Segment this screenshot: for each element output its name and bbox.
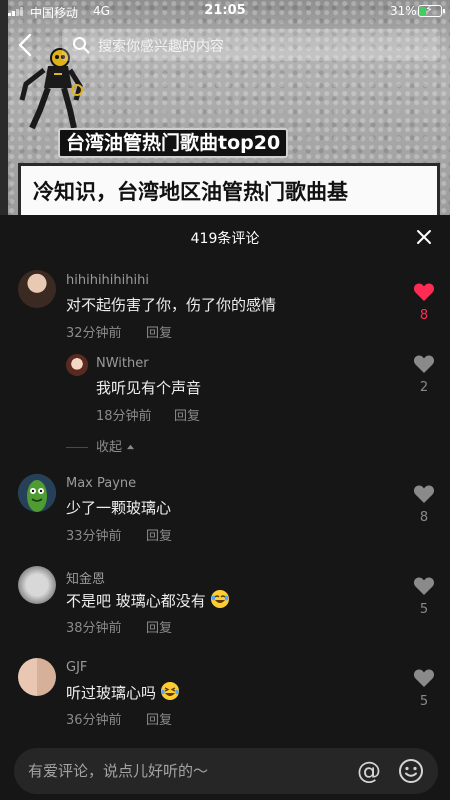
like-button[interactable]: 8 — [411, 484, 437, 525]
comment-username[interactable]: hihihihihihihi — [66, 273, 149, 288]
emoji-icon — [399, 759, 423, 783]
at-icon: @ — [357, 757, 381, 785]
like-button[interactable]: 5 — [411, 576, 437, 617]
collapse-replies-button[interactable]: 收起 — [66, 436, 135, 455]
video-preview[interactable]: 中国移动 4G 21:05 31% ⚡ 搜索你感兴趣的内容 台湾油管热门歌曲to… — [0, 0, 450, 215]
pickle-avatar-image — [18, 474, 56, 512]
comment-text: 我听见有个声音 — [96, 379, 202, 397]
comment-username[interactable]: Max Payne — [66, 476, 136, 491]
like-count: 8 — [419, 510, 429, 525]
emoji-button[interactable] — [398, 758, 424, 784]
caret-up-icon — [127, 444, 135, 450]
comment-text-content: 不是吧 玻璃心都没有 — [66, 592, 206, 610]
comment-username[interactable]: 知金恩 — [66, 568, 105, 587]
battery-percent: 31% — [390, 4, 417, 18]
reply-item[interactable]: NWither 我听见有个声音 18分钟前 回复 2 — [0, 352, 450, 424]
reply-button[interactable]: 回复 — [146, 525, 172, 544]
avatar[interactable] — [18, 270, 56, 308]
heart-icon — [413, 355, 435, 373]
comment-item[interactable]: 知金恩 不是吧 玻璃心都没有 38分钟前 回复 5 — [0, 564, 450, 636]
laughing-tears-emoji-icon — [161, 682, 180, 700]
like-count: 5 — [419, 602, 429, 617]
video-banner-title: 台湾油管热门歌曲top20 — [58, 128, 289, 158]
reply-button[interactable]: 回复 — [146, 709, 172, 728]
comment-username[interactable]: GJF — [66, 660, 87, 675]
reply-button[interactable]: 回复 — [146, 322, 172, 341]
video-edge — [0, 0, 8, 215]
reply-button[interactable]: 回复 — [146, 617, 172, 636]
comment-text: 对不起伤害了你，伤了你的感情 — [66, 296, 277, 314]
comment-username[interactable]: NWither — [96, 356, 149, 371]
like-button[interactable]: 2 — [411, 354, 437, 395]
comment-time: 18分钟前 — [96, 409, 152, 424]
comment-input-bar: @ — [14, 748, 438, 794]
collapse-label: 收起 — [96, 440, 123, 455]
back-arrow-icon — [18, 33, 32, 57]
heart-icon — [413, 485, 435, 503]
comment-item[interactable]: Max Payne 少了一颗玻璃心 33分钟前 回复 8 — [0, 472, 450, 544]
battery-cap — [443, 9, 445, 13]
comment-text: 不是吧 玻璃心都没有 — [66, 589, 230, 611]
back-button[interactable] — [14, 32, 38, 58]
charging-icon: ⚡ — [425, 3, 433, 16]
avatar[interactable] — [18, 474, 56, 512]
close-icon — [417, 230, 431, 244]
search-bar[interactable]: 搜索你感兴趣的内容 — [62, 29, 440, 61]
comment-text: 少了一颗玻璃心 — [66, 499, 172, 517]
video-banner-subtitle: 冷知识，台湾地区油管热门歌曲基 — [18, 163, 440, 215]
divider — [66, 447, 88, 448]
comment-time: 32分钟前 — [66, 326, 122, 341]
search-icon — [73, 37, 90, 54]
heart-icon — [413, 283, 435, 301]
status-bar: 中国移动 4G 21:05 31% ⚡ — [0, 0, 450, 22]
like-count: 5 — [419, 694, 429, 709]
like-button[interactable]: 5 — [411, 668, 437, 709]
comment-time: 38分钟前 — [66, 621, 122, 636]
mention-button[interactable]: @ — [355, 758, 383, 786]
like-button[interactable]: 8 — [411, 282, 437, 323]
clock: 21:05 — [204, 3, 246, 18]
close-button[interactable] — [414, 227, 434, 247]
comment-time: 36分钟前 — [66, 713, 122, 728]
comment-item[interactable]: hihihihihihihi 对不起伤害了你，伤了你的感情 32分钟前 回复 8 — [0, 268, 450, 341]
rofl-emoji-icon — [210, 590, 229, 608]
comment-item[interactable]: GJF 听过玻璃心吗 36分钟前 回复 5 — [0, 656, 450, 728]
comment-input[interactable] — [28, 748, 348, 794]
avatar[interactable] — [66, 354, 88, 376]
like-count: 2 — [419, 380, 429, 395]
search-placeholder: 搜索你感兴趣的内容 — [98, 39, 224, 55]
avatar[interactable] — [18, 658, 56, 696]
heart-icon — [413, 669, 435, 687]
comment-time: 33分钟前 — [66, 529, 122, 544]
like-count: 8 — [419, 308, 429, 323]
comment-text-content: 听过玻璃心吗 — [66, 684, 157, 702]
comment-count-title: 419条评论 — [190, 231, 260, 247]
comment-text: 听过玻璃心吗 — [66, 681, 180, 703]
avatar[interactable] — [18, 566, 56, 604]
reply-button[interactable]: 回复 — [174, 405, 200, 424]
heart-icon — [413, 577, 435, 595]
